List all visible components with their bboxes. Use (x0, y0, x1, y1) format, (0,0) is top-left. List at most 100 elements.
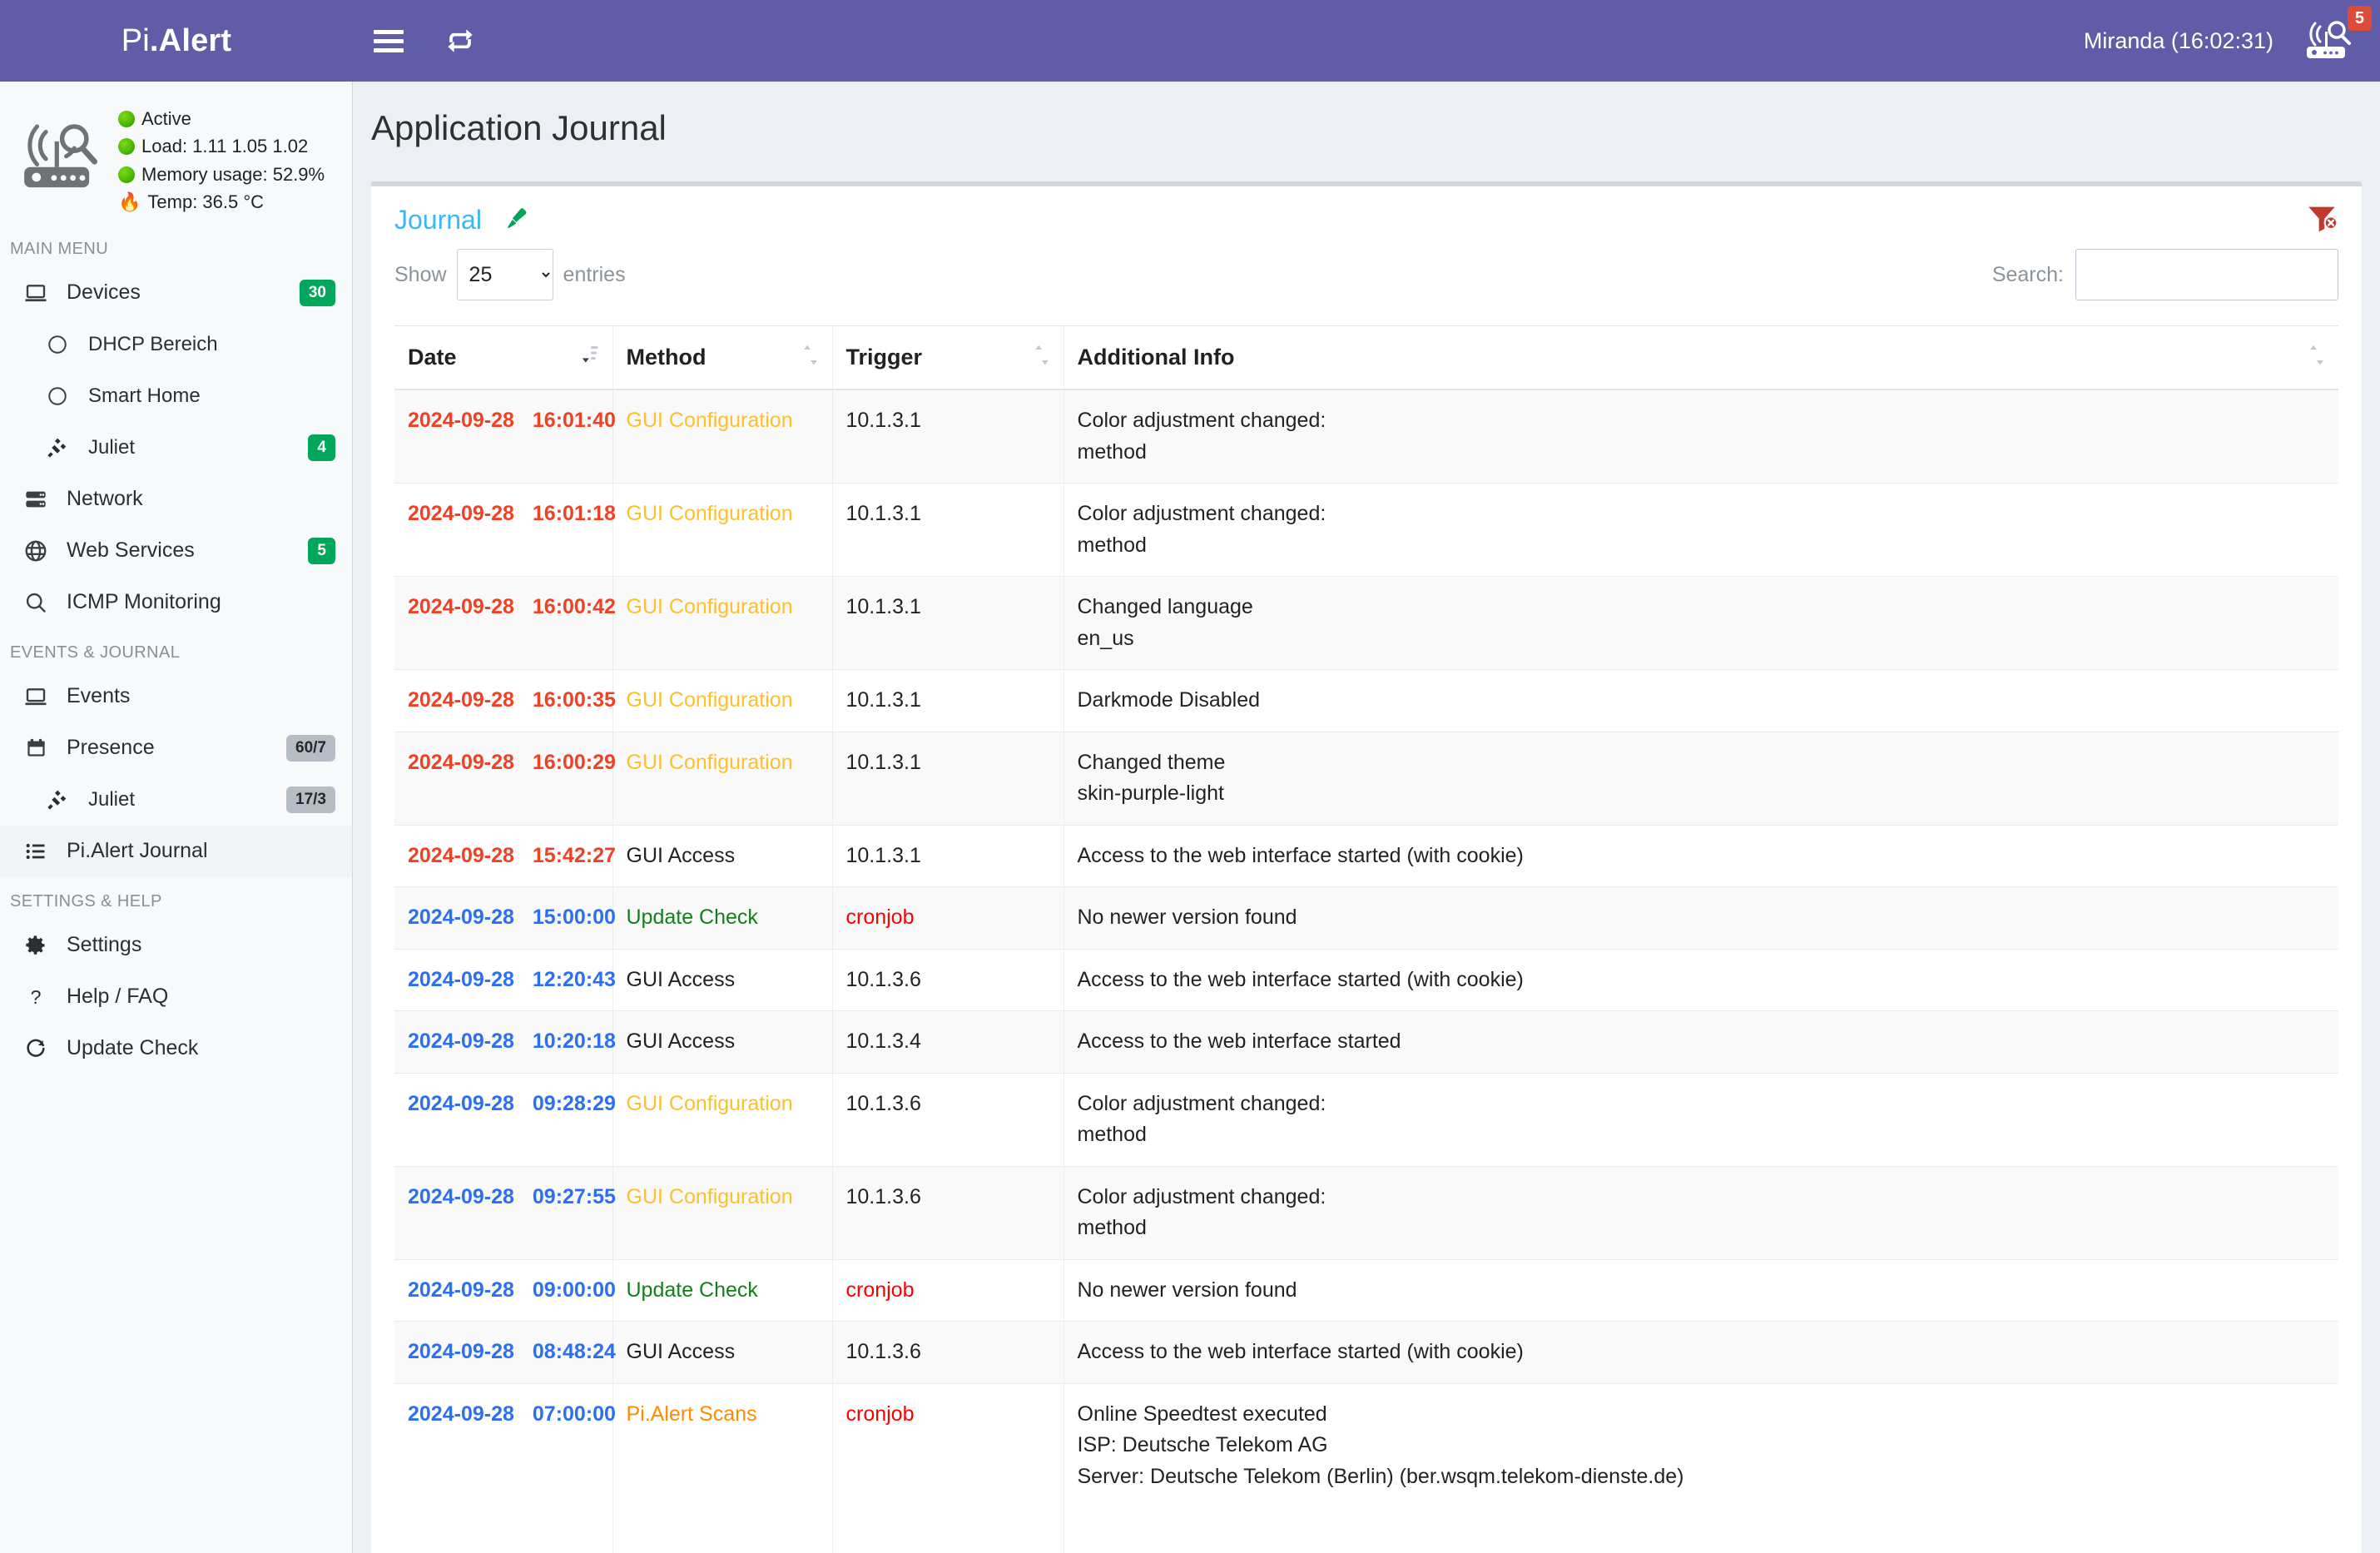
time-value: 08:48:24 (532, 1340, 616, 1363)
refresh-button[interactable] (424, 0, 496, 82)
table-row[interactable]: 2024-09-28 09:27:55 GUI Configuration 10.1.… (394, 1166, 2338, 1260)
cell-additional-info: Color adjustment changed: method (1063, 483, 2338, 577)
column-header-trigger[interactable]: Trigger (831, 325, 1064, 390)
sidebar-item-juliet-devices[interactable]: Juliet 4 (0, 422, 352, 474)
status-dot-icon (118, 110, 135, 127)
status-load-row: Load: 1.11 1.05 1.02 (118, 132, 325, 160)
cell-additional-info: Color adjustment changed: method (1063, 1073, 2338, 1167)
cell-additional-info: Access to the web interface started (wit… (1063, 825, 2338, 887)
sort-both-icon (802, 344, 819, 371)
laptop-icon (22, 280, 50, 305)
date-value: 2024-09-28 (408, 1091, 514, 1115)
cell-method: GUI Configuration (612, 1166, 832, 1260)
panel-title: Journal (394, 205, 482, 235)
table-row[interactable]: 2024-09-28 16:01:40 GUI Configuration 10.1.… (394, 389, 2338, 484)
cell-trigger: 10.1.3.1 (831, 669, 1064, 732)
sidebar-item-smart-home[interactable]: Smart Home (0, 370, 352, 422)
cell-additional-info: Changed language en_us (1063, 576, 2338, 670)
filter-clear-icon[interactable] (2305, 201, 2338, 239)
table-header-row: Date Method Trigger Additional Info (394, 325, 2338, 390)
date-value: 2024-09-28 (408, 1184, 514, 1208)
table-row[interactable]: 2024-09-28 09:00:00 Update Check cronjob No … (394, 1259, 2338, 1322)
table-row[interactable]: 2024-09-28 16:01:18 GUI Configuration 10.1.… (394, 483, 2338, 577)
table-row[interactable]: 2024-09-28 12:20:43 GUI Access 10.1.3.6 Acce… (394, 949, 2338, 1011)
calendar-icon (22, 737, 50, 759)
sidebar-section-main-menu: MAIN MENU (10, 239, 109, 258)
sidebar-item-update-check[interactable]: Update Check (0, 1023, 352, 1074)
date-value: 2024-09-28 (408, 409, 514, 432)
table-row[interactable]: 2024-09-28 16:00:29 GUI Configuration 10.1.… (394, 732, 2338, 826)
page-length-select[interactable]: 10 25 50 100 (456, 249, 553, 300)
pialert-router-icon (15, 102, 107, 216)
refresh-icon (448, 29, 473, 52)
sidebar-item-label: Settings (67, 933, 142, 957)
sidebar-toggle-button[interactable] (353, 0, 424, 82)
date-value: 2024-09-28 (408, 906, 514, 929)
page-length-group: Show 10 25 50 100 entries (394, 249, 626, 300)
cell-method: GUI Access (612, 825, 832, 887)
sidebar-item-pialert-journal[interactable]: Pi.Alert Journal (0, 825, 352, 877)
cell-date: 2024-09-28 09:28:29 (394, 1073, 616, 1167)
cell-additional-info: Access to the web interface started (wit… (1063, 949, 2338, 1011)
time-value: 09:28:29 (532, 1091, 616, 1115)
cell-additional-info: No newer version found (1063, 1259, 2338, 1322)
cell-method: Pi.Alert Scans (612, 1383, 832, 1553)
device-scan-button[interactable]: 5 (2295, 6, 2372, 66)
column-label: Additional Info (1077, 345, 1235, 370)
time-value: 09:27:55 (532, 1184, 616, 1208)
paint-brush-icon[interactable] (503, 205, 530, 236)
table-row[interactable]: 2024-09-28 08:48:24 GUI Access 10.1.3.6 Acce… (394, 1321, 2338, 1384)
cell-trigger: 10.1.3.1 (831, 732, 1064, 826)
table-row[interactable]: 2024-09-28 15:00:00 Update Check cronjob No … (394, 886, 2338, 950)
sidebar-item-presence[interactable]: Presence 60/7 (0, 722, 352, 774)
sidebar-item-icmp-monitoring[interactable]: ICMP Monitoring (0, 577, 352, 628)
time-value: 12:20:43 (532, 967, 616, 991)
cell-additional-info: Color adjustment changed: method (1063, 1166, 2338, 1260)
cell-trigger: 10.1.3.6 (831, 1073, 1064, 1167)
laptop-icon (22, 684, 50, 709)
table-row[interactable]: 2024-09-28 15:42:27 GUI Access 10.1.3.1 Acce… (394, 825, 2338, 887)
time-value: 15:00:00 (532, 906, 616, 929)
cell-trigger: cronjob (831, 1259, 1064, 1322)
status-memory-label: Memory usage: 52.9% (141, 163, 325, 185)
sidebar-item-settings[interactable]: Settings (0, 920, 352, 971)
table-row[interactable]: 2024-09-28 10:20:18 GUI Access 10.1.3.4 Acce… (394, 1010, 2338, 1074)
sidebar-badge: 30 (299, 279, 335, 306)
date-value: 2024-09-28 (408, 967, 514, 991)
sidebar-item-label: Web Services (67, 538, 195, 563)
sidebar-item-devices[interactable]: Devices 30 (0, 267, 352, 319)
date-value: 2024-09-28 (408, 1340, 514, 1363)
search-icon (22, 591, 50, 614)
sidebar-item-dhcp-bereich[interactable]: DHCP Bereich (0, 319, 352, 370)
cell-date: 2024-09-28 12:20:43 (394, 949, 616, 1011)
cell-date: 2024-09-28 16:00:29 (394, 732, 616, 826)
sidebar-item-label: Presence (67, 736, 155, 760)
cell-date: 2024-09-28 16:00:42 (394, 576, 616, 670)
sort-both-icon (2308, 344, 2325, 371)
sidebar-item-network[interactable]: Network (0, 474, 352, 525)
table-row[interactable]: 2024-09-28 16:00:35 GUI Configuration 10.1.… (394, 669, 2338, 732)
cell-date: 2024-09-28 15:42:27 (394, 825, 616, 887)
app-logo[interactable]: Pi .Alert (0, 0, 353, 82)
logo-text-pi: Pi (121, 22, 150, 58)
user-clock-label: Miranda (16:02:31) (2083, 27, 2273, 53)
sidebar-item-juliet-presence[interactable]: Juliet 17/3 (0, 774, 352, 826)
column-header-method[interactable]: Method (612, 325, 832, 390)
search-group: Search: (1992, 249, 2338, 300)
time-value: 16:00:42 (532, 595, 616, 618)
cell-trigger: 10.1.3.1 (831, 389, 1064, 484)
table-row[interactable]: 2024-09-28 16:00:42 GUI Configuration 10.1.… (394, 576, 2338, 670)
search-input[interactable] (2075, 249, 2338, 300)
sidebar-item-label: Smart Home (88, 384, 201, 407)
sidebar-item-help-faq[interactable]: ? Help / FAQ (0, 971, 352, 1023)
column-header-additional-info[interactable]: Additional Info (1063, 325, 2338, 390)
sidebar-item-events[interactable]: Events (0, 671, 352, 722)
date-value: 2024-09-28 (408, 595, 514, 618)
table-row[interactable]: 2024-09-28 09:28:29 GUI Configuration 10.1.… (394, 1073, 2338, 1167)
table-row[interactable]: 2024-09-28 07:00:00 Pi.Alert Scans cronjob O… (394, 1383, 2338, 1553)
sidebar-badge: 60/7 (286, 734, 335, 762)
column-header-date[interactable]: Date (394, 325, 612, 390)
status-active-label: Active (141, 108, 191, 129)
sidebar-item-web-services[interactable]: Web Services 5 (0, 525, 352, 577)
cell-date: 2024-09-28 15:00:00 (394, 886, 616, 950)
